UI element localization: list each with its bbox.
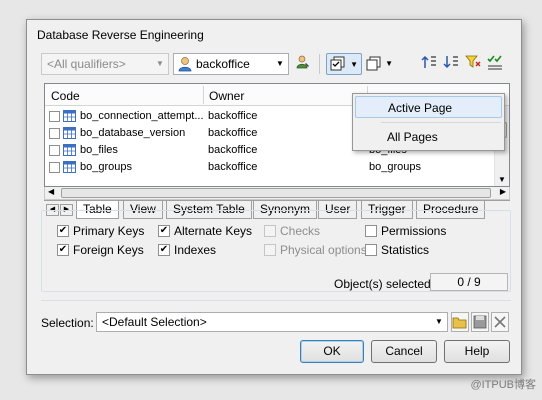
row-owner: backoffice xyxy=(208,127,258,139)
scroll-left-icon[interactable]: ◀ xyxy=(48,187,54,196)
row-code: bo_connection_attempt... xyxy=(80,110,204,122)
chevron-down-icon[interactable]: ▼ xyxy=(431,313,447,331)
table-row[interactable]: bo_groups backoffice bo_groups xyxy=(45,159,495,176)
select-page-icon xyxy=(330,56,346,78)
selection-combo-value: <Default Selection> xyxy=(102,315,207,329)
selection-combo[interactable]: <Default Selection> ▼ xyxy=(96,312,448,332)
checkbox-checked-icon[interactable]: ✔ xyxy=(158,225,170,237)
open-folder-icon[interactable] xyxy=(451,312,469,332)
filter-icon[interactable] xyxy=(463,54,483,74)
qualifier-combo[interactable]: <All qualifiers> ▼ xyxy=(41,53,169,75)
row-checkbox[interactable] xyxy=(49,145,60,156)
row-code: bo_database_version xyxy=(80,127,186,139)
user-icon xyxy=(178,56,192,72)
row-checkbox[interactable] xyxy=(49,162,60,173)
scroll-right-icon[interactable]: ▶ xyxy=(500,187,506,196)
deselect-page-button[interactable]: ▼ xyxy=(365,54,395,74)
deselect-page-icon xyxy=(366,56,382,78)
owner-combo-value: backoffice xyxy=(196,57,250,71)
chevron-down-icon: ▼ xyxy=(350,60,358,69)
selected-count-label: Object(s) selected: xyxy=(334,277,435,291)
move-to-bottom-icon[interactable] xyxy=(441,54,461,74)
dialog-title: Database Reverse Engineering xyxy=(37,28,204,42)
menu-item-active-page[interactable]: Active Page xyxy=(355,96,502,118)
checkbox-icon[interactable] xyxy=(264,244,276,256)
chevron-down-icon[interactable]: ▼ xyxy=(152,54,168,74)
move-to-top-icon[interactable] xyxy=(419,54,439,74)
page-dropdown-menu: Active Page All Pages xyxy=(352,93,505,151)
row-checkbox[interactable] xyxy=(49,128,60,139)
menu-divider xyxy=(381,122,501,123)
selected-count-value: 0 / 9 xyxy=(430,273,508,291)
divider xyxy=(41,300,511,301)
checkbox-icon[interactable] xyxy=(365,244,377,256)
dialog-window: Database Reverse Engineering <All qualif… xyxy=(26,19,522,375)
table-icon xyxy=(63,161,76,173)
checkbox-checked-icon[interactable]: ✔ xyxy=(158,244,170,256)
save-icon[interactable] xyxy=(471,312,489,332)
row-owner: backoffice xyxy=(208,110,258,122)
help-button[interactable]: Help xyxy=(444,340,510,363)
row-owner: backoffice xyxy=(208,161,258,173)
checkbox-icon[interactable] xyxy=(264,225,276,237)
select-all-icon[interactable] xyxy=(485,54,505,74)
row-code: bo_files xyxy=(80,144,118,156)
row-checkbox[interactable] xyxy=(49,111,60,122)
column-separator[interactable] xyxy=(203,86,204,104)
scroll-down-icon[interactable]: ▼ xyxy=(498,175,506,184)
menu-item-all-pages[interactable]: All Pages xyxy=(355,126,502,148)
checkbox-icon[interactable] xyxy=(365,225,377,237)
checkbox-checked-icon[interactable]: ✔ xyxy=(57,225,69,237)
row-owner: backoffice xyxy=(208,144,258,156)
horizontal-scrollbar[interactable]: ◀ ▶ xyxy=(44,187,510,200)
scroll-thumb[interactable] xyxy=(61,188,491,198)
chevron-down-icon: ▼ xyxy=(385,59,393,68)
table-icon xyxy=(63,127,76,139)
checkbox-checked-icon[interactable]: ✔ xyxy=(57,244,69,256)
column-code[interactable]: Code xyxy=(51,89,80,103)
select-user-icon[interactable] xyxy=(293,54,313,74)
ok-button[interactable]: OK xyxy=(300,340,364,363)
watermark: @ITPUB博客 xyxy=(470,379,536,391)
delete-icon[interactable] xyxy=(491,312,509,332)
row-code: bo_groups xyxy=(80,161,132,173)
selection-label: Selection: xyxy=(41,316,94,330)
owner-combo[interactable]: backoffice ▼ xyxy=(173,53,289,75)
qualifier-combo-value: <All qualifiers> xyxy=(47,57,126,71)
chevron-down-icon[interactable]: ▼ xyxy=(272,54,288,74)
row-extra: bo_groups xyxy=(369,161,421,173)
toolbar-separator xyxy=(319,54,320,74)
table-icon xyxy=(63,110,76,122)
table-icon xyxy=(63,144,76,156)
select-page-button[interactable]: ▼ xyxy=(326,53,362,75)
cancel-button[interactable]: Cancel xyxy=(371,340,437,363)
options-group: ✔ Primary Keys ✔ Alternate Keys Checks P… xyxy=(41,210,511,292)
column-owner[interactable]: Owner xyxy=(209,89,244,103)
